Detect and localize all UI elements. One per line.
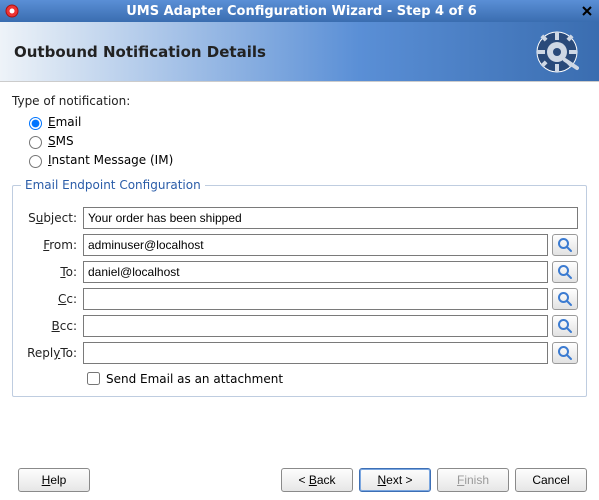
subject-input[interactable] bbox=[83, 207, 578, 229]
radio-email-label: Email bbox=[48, 115, 81, 129]
radio-email-input[interactable] bbox=[29, 117, 42, 130]
search-icon bbox=[557, 345, 573, 361]
label-bcc: Bcc: bbox=[21, 319, 77, 333]
search-icon bbox=[557, 318, 573, 334]
endpoint-legend: Email Endpoint Configuration bbox=[21, 178, 205, 192]
close-icon[interactable] bbox=[579, 3, 595, 19]
notification-type-label: Type of notification: bbox=[12, 94, 587, 108]
radio-im[interactable]: Instant Message (IM) bbox=[24, 152, 587, 168]
row-from: From: bbox=[21, 234, 578, 256]
radio-im-input[interactable] bbox=[29, 155, 42, 168]
back-button[interactable]: < Back bbox=[281, 468, 353, 492]
cc-lookup-button[interactable] bbox=[552, 288, 578, 310]
page-title: Outbound Notification Details bbox=[14, 43, 266, 61]
attachment-checkbox[interactable] bbox=[87, 372, 100, 385]
search-icon bbox=[557, 264, 573, 280]
from-input[interactable] bbox=[83, 234, 548, 256]
notification-type-group: Email SMS Instant Message (IM) bbox=[24, 114, 587, 168]
attachment-checkbox-row[interactable]: Send Email as an attachment bbox=[83, 369, 578, 388]
cancel-button[interactable]: Cancel bbox=[515, 468, 587, 492]
radio-email[interactable]: Email bbox=[24, 114, 587, 130]
to-lookup-button[interactable] bbox=[552, 261, 578, 283]
radio-sms[interactable]: SMS bbox=[24, 133, 587, 149]
label-subject: Subject: bbox=[21, 211, 77, 225]
row-subject: Subject: bbox=[21, 207, 578, 229]
gear-icon bbox=[535, 30, 579, 74]
content-area: Type of notification: Email SMS Instant … bbox=[0, 82, 599, 397]
finish-button: Finish bbox=[437, 468, 509, 492]
radio-im-label: Instant Message (IM) bbox=[48, 153, 173, 167]
cc-input[interactable] bbox=[83, 288, 548, 310]
to-input[interactable] bbox=[83, 261, 548, 283]
bcc-input[interactable] bbox=[83, 315, 548, 337]
help-button[interactable]: Help bbox=[18, 468, 90, 492]
email-endpoint-fieldset: Email Endpoint Configuration Subject: Fr… bbox=[12, 178, 587, 397]
row-replyto: ReplyTo: bbox=[21, 342, 578, 364]
from-lookup-button[interactable] bbox=[552, 234, 578, 256]
replyto-input[interactable] bbox=[83, 342, 548, 364]
radio-sms-input[interactable] bbox=[29, 136, 42, 149]
wizard-button-bar: Help < Back Next > Finish Cancel bbox=[0, 468, 599, 492]
replyto-lookup-button[interactable] bbox=[552, 342, 578, 364]
label-replyto: ReplyTo: bbox=[21, 346, 77, 360]
banner: Outbound Notification Details bbox=[0, 22, 599, 82]
titlebar: UMS Adapter Configuration Wizard - Step … bbox=[0, 0, 599, 22]
app-icon bbox=[4, 3, 20, 19]
window-title: UMS Adapter Configuration Wizard - Step … bbox=[24, 4, 579, 19]
row-to: To: bbox=[21, 261, 578, 283]
radio-sms-label: SMS bbox=[48, 134, 74, 148]
row-bcc: Bcc: bbox=[21, 315, 578, 337]
next-button[interactable]: Next > bbox=[359, 468, 431, 492]
search-icon bbox=[557, 237, 573, 253]
label-from: From: bbox=[21, 238, 77, 252]
bcc-lookup-button[interactable] bbox=[552, 315, 578, 337]
search-icon bbox=[557, 291, 573, 307]
label-to: To: bbox=[21, 265, 77, 279]
row-cc: Cc: bbox=[21, 288, 578, 310]
label-cc: Cc: bbox=[21, 292, 77, 306]
attachment-label: Send Email as an attachment bbox=[106, 372, 283, 386]
